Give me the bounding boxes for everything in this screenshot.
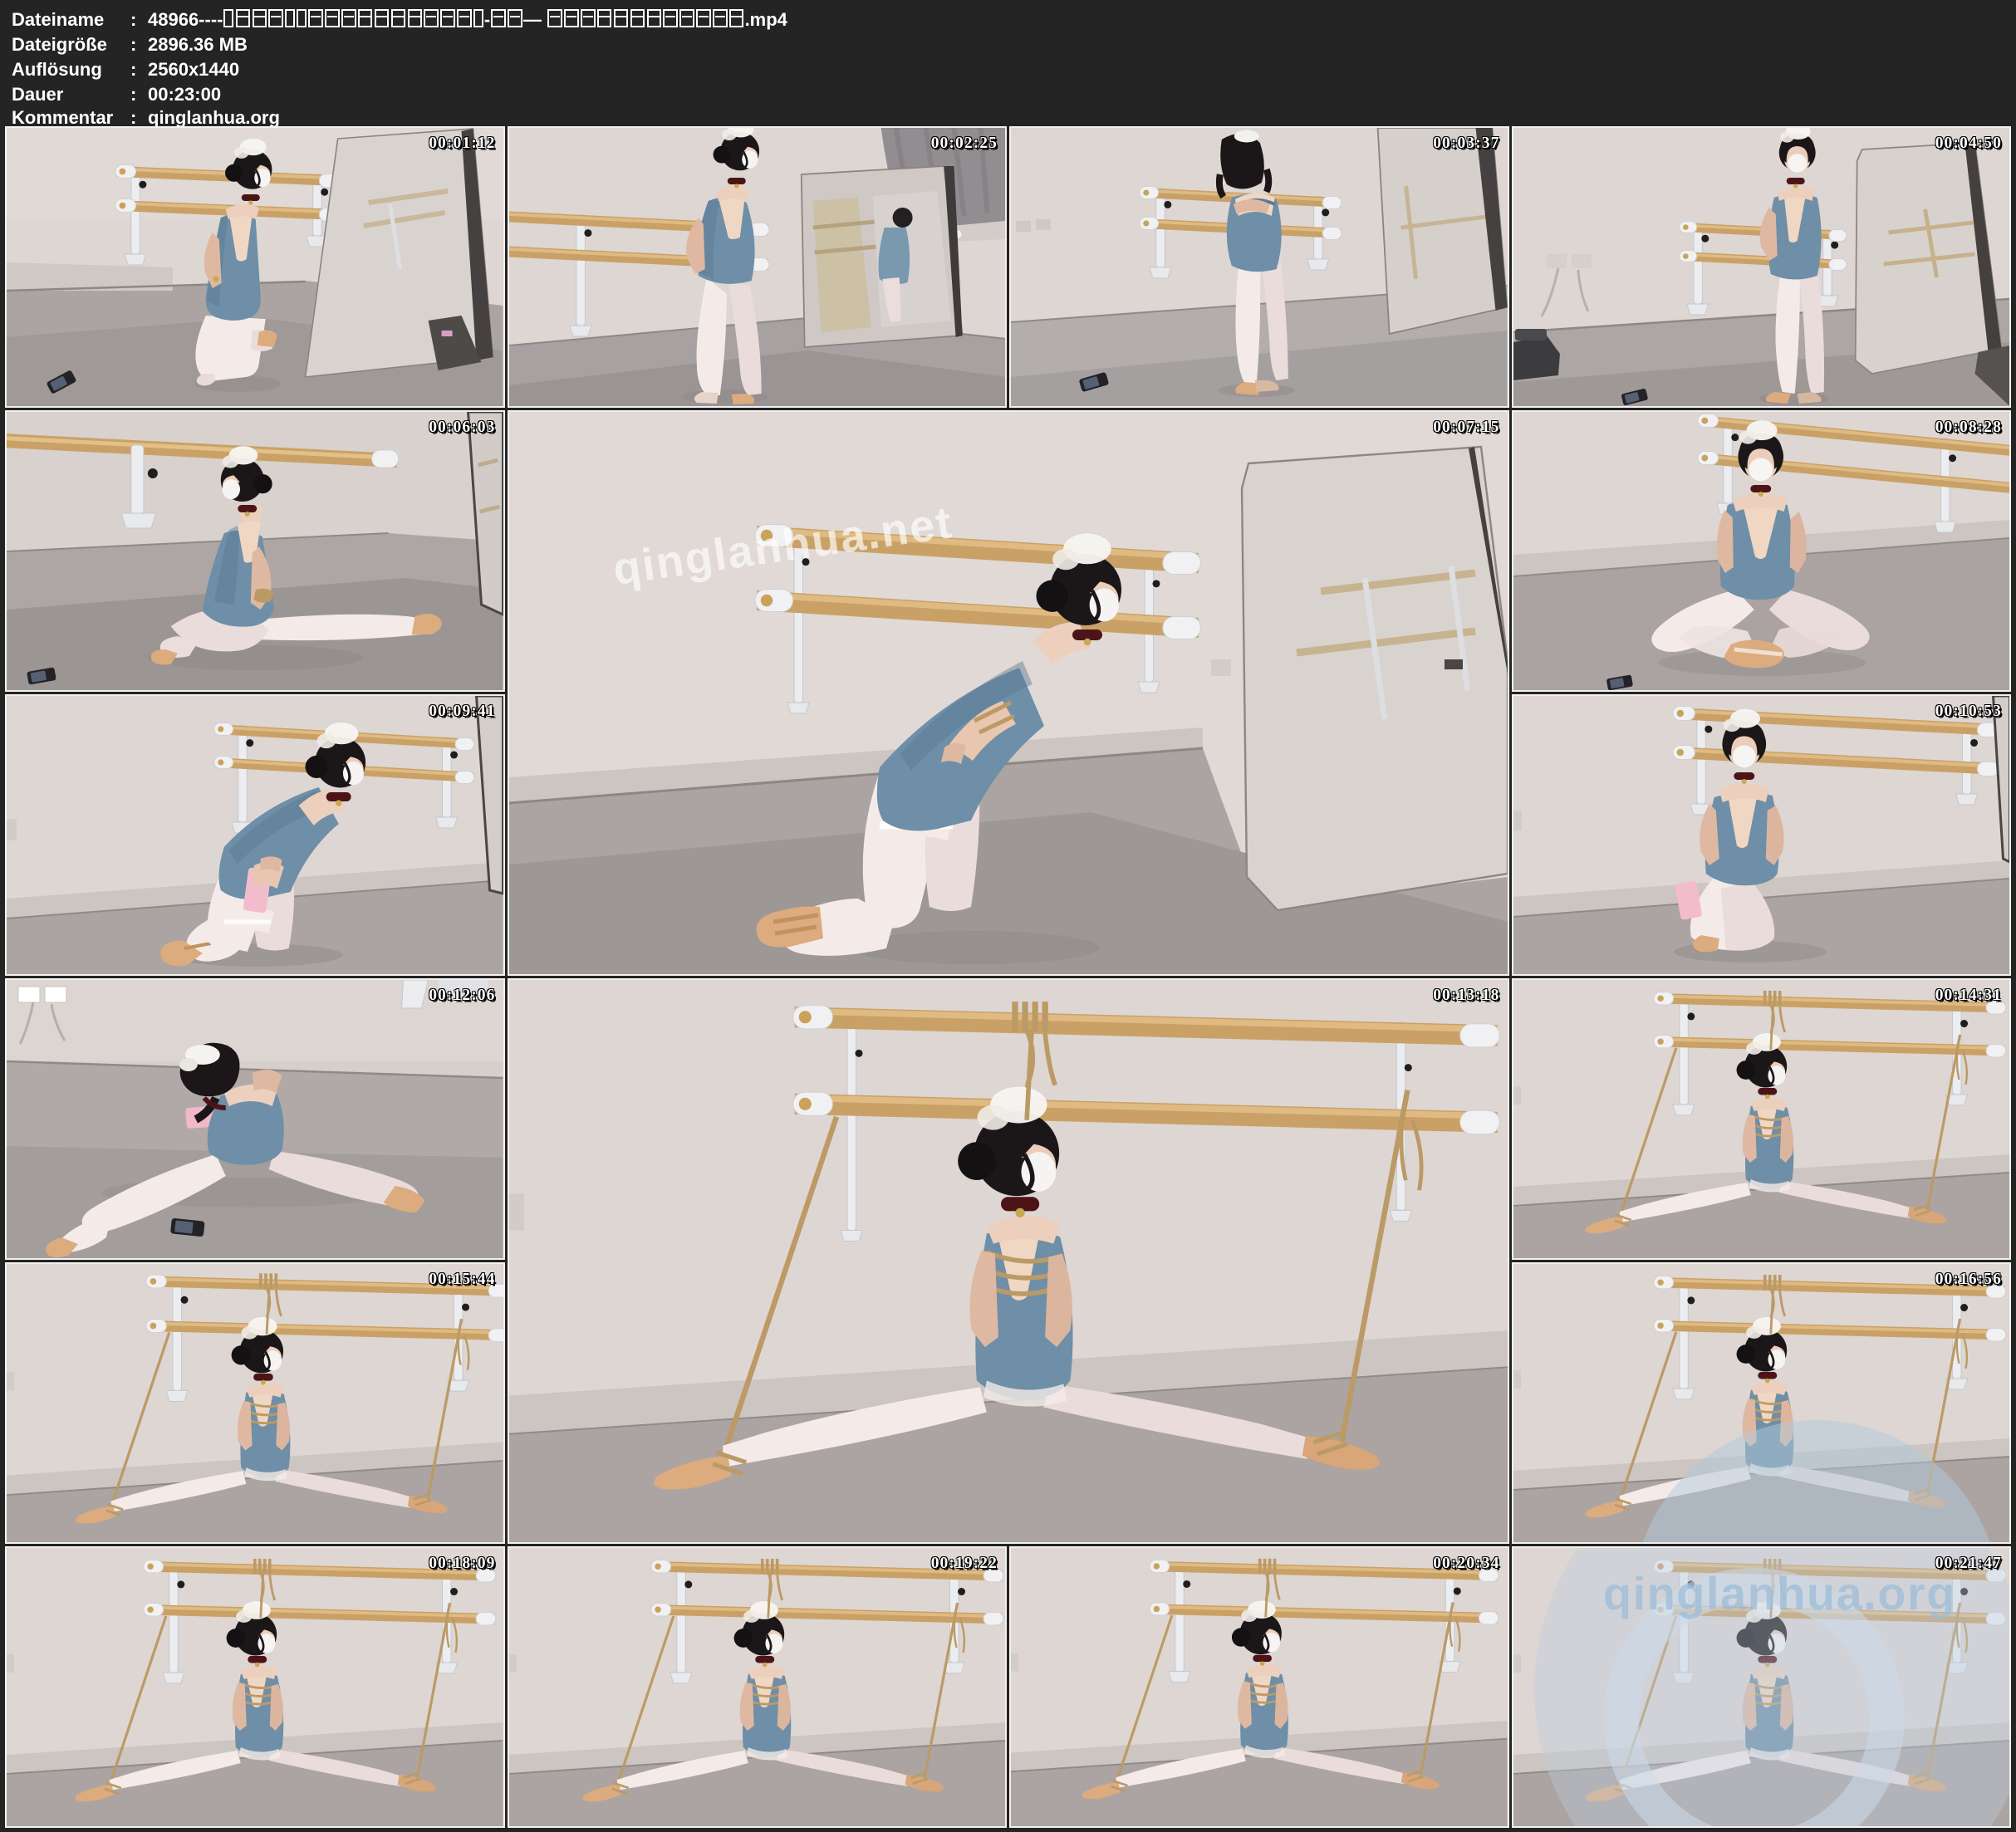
svg-text:qinglanhua.org: qinglanhua.org [1602,1566,1955,1619]
